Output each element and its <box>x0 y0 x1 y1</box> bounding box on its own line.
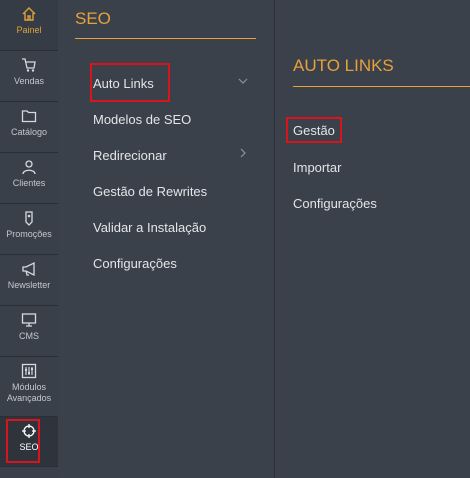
rail-item-label: Módulos Avançados <box>6 382 52 403</box>
menu-item-redirecionar[interactable]: Redirecionar <box>93 148 167 163</box>
chevron-right-icon <box>238 148 248 161</box>
seo-submenu-panel: SEO Auto Links Modelos de SEO Redirecion… <box>58 0 275 478</box>
rail-item-label: Clientes <box>12 178 46 188</box>
seo-highlight-box <box>6 419 40 463</box>
rail-item-clientes[interactable]: Clientes <box>0 153 58 204</box>
home-icon <box>21 5 37 23</box>
rail-item-modulos-avancados[interactable]: Módulos Avançados <box>0 357 58 417</box>
chevron-down-icon <box>238 76 248 89</box>
seo-submenu-title: SEO <box>75 9 111 28</box>
rail-next-item-peek <box>0 467 58 478</box>
folder-icon <box>21 107 37 125</box>
submenu-item-configuracoes[interactable]: Configurações <box>293 196 377 211</box>
rail-item-label: Vendas <box>13 76 45 86</box>
rail-item-label: CMS <box>19 331 39 341</box>
rail-item-label: Promoções <box>6 229 52 239</box>
rail-item-painel[interactable]: Painel <box>0 0 58 51</box>
auto-links-submenu-title: AUTO LINKS <box>293 56 394 75</box>
rail-item-catalogo[interactable]: Catálogo <box>0 102 58 153</box>
menu-item-modelos-de-seo[interactable]: Modelos de SEO <box>93 112 191 127</box>
menu-item-validar-a-instalacao[interactable]: Validar a Instalação <box>93 220 206 235</box>
rail-item-label: Catálogo <box>10 127 48 137</box>
sliders-icon <box>21 362 37 380</box>
rail-item-label: Newsletter <box>7 280 51 290</box>
rail-item-newsletter[interactable]: Newsletter <box>0 255 58 306</box>
monitor-icon <box>21 311 37 329</box>
title-underline <box>293 86 470 87</box>
title-underline <box>75 38 256 39</box>
submenu-item-importar[interactable]: Importar <box>293 160 341 175</box>
cart-icon <box>21 56 37 74</box>
tag-icon <box>21 209 37 227</box>
gestao-highlight-box <box>286 117 342 143</box>
auto-links-highlight-box <box>90 63 170 102</box>
rail-item-cms[interactable]: CMS <box>0 306 58 357</box>
menu-item-gestao-de-rewrites[interactable]: Gestão de Rewrites <box>93 184 207 199</box>
auto-links-submenu-panel: AUTO LINKS Gestão Importar Configurações <box>275 0 470 478</box>
megaphone-icon <box>21 260 37 278</box>
rail-item-label: Painel <box>16 25 42 35</box>
main-nav-rail: Painel Vendas Catálogo Clientes Promoçõe… <box>0 0 58 478</box>
person-icon <box>21 158 37 176</box>
rail-item-vendas[interactable]: Vendas <box>0 51 58 102</box>
menu-item-configuracoes[interactable]: Configurações <box>93 256 177 271</box>
rail-item-promocoes[interactable]: Promoções <box>0 204 58 255</box>
